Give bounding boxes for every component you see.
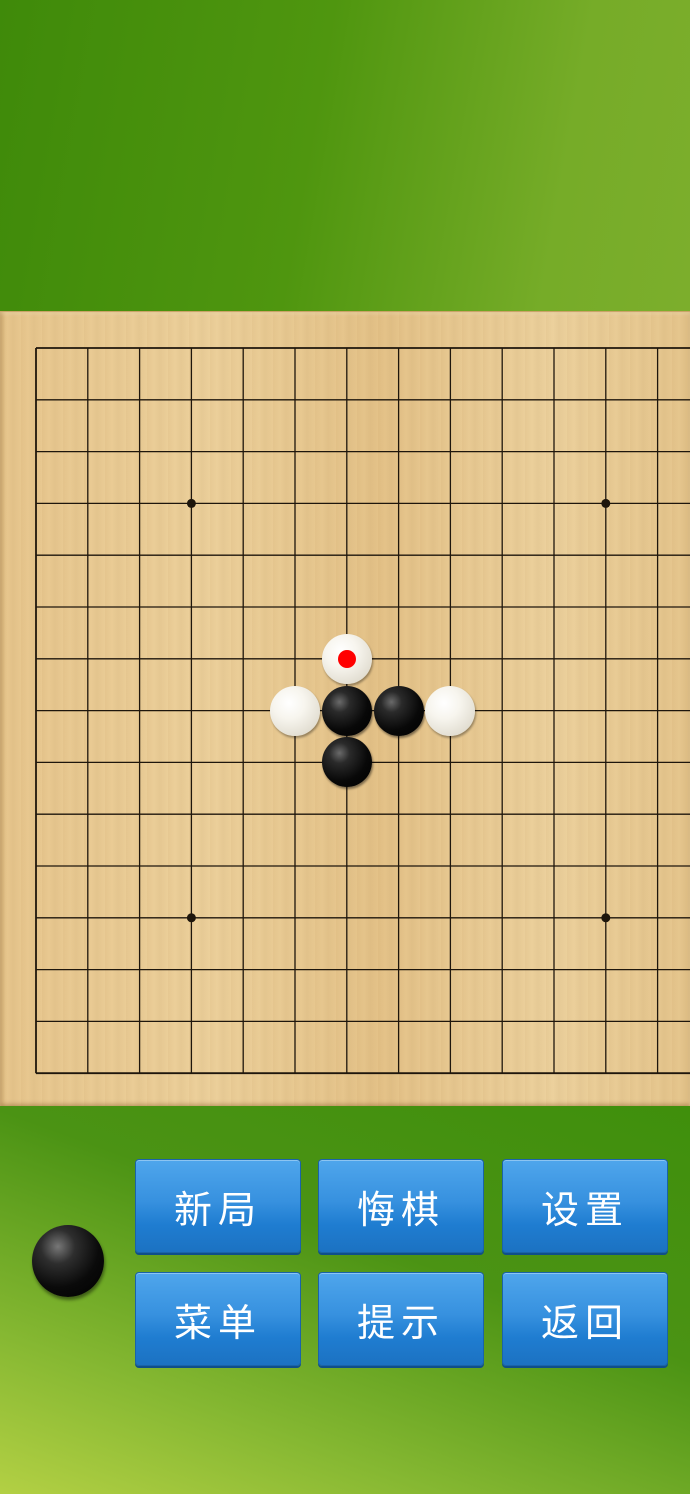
last-move-marker-icon <box>337 649 356 668</box>
menu-button[interactable]: 菜单 <box>135 1272 301 1366</box>
new-game-button[interactable]: 新局 <box>135 1159 301 1253</box>
black-stone <box>373 685 424 736</box>
star-point <box>601 498 611 508</box>
current-turn-stone-icon <box>32 1225 104 1297</box>
star-point <box>186 913 196 923</box>
white-stone <box>425 685 476 736</box>
undo-button[interactable]: 悔棋 <box>318 1159 484 1253</box>
white-stone <box>270 685 320 736</box>
gomoku-board[interactable] <box>0 311 690 1109</box>
top-banner-area <box>0 0 690 311</box>
star-point <box>186 498 196 508</box>
back-button[interactable]: 返回 <box>502 1272 668 1366</box>
star-point <box>601 913 611 923</box>
black-stone <box>321 685 372 736</box>
black-stone <box>321 737 372 788</box>
hint-button[interactable]: 提示 <box>318 1272 484 1366</box>
white-stone <box>321 633 372 684</box>
settings-button[interactable]: 设置 <box>502 1159 668 1253</box>
